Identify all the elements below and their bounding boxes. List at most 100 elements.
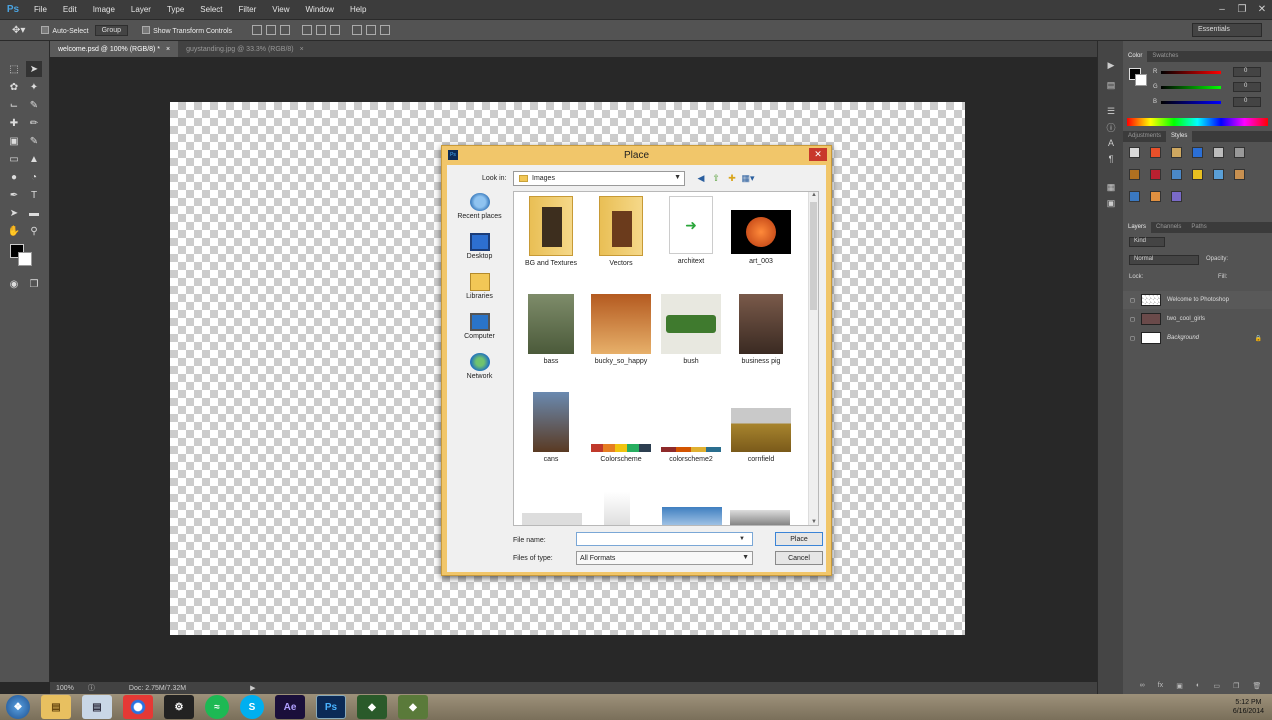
place-computer[interactable]: Computer (452, 313, 507, 340)
tab-color[interactable]: Color (1123, 51, 1148, 62)
chrome-icon[interactable] (123, 695, 153, 719)
new-folder-icon[interactable]: ✚ (726, 172, 738, 184)
style-swatch[interactable] (1192, 147, 1203, 158)
close-icon[interactable]: ✕ (1252, 0, 1272, 19)
place-network[interactable]: Network (452, 353, 507, 380)
image-thumbnail[interactable] (522, 513, 582, 525)
history-brush-icon[interactable]: ✎ (26, 133, 42, 149)
trash-icon[interactable]: 🗑 (1253, 682, 1262, 692)
place-recent[interactable]: Recent places (452, 193, 507, 220)
tab-channels[interactable]: Channels (1151, 222, 1186, 233)
style-swatch[interactable] (1171, 191, 1182, 202)
healing-brush-icon[interactable]: ✚ (6, 115, 22, 131)
menu-edit[interactable]: Edit (55, 5, 85, 14)
layer-filter-dropdown[interactable]: Kind (1129, 237, 1165, 247)
style-swatch[interactable] (1234, 147, 1245, 158)
layer-row[interactable]: ◻ Background 🔒 (1123, 329, 1272, 347)
menu-window[interactable]: Window (298, 5, 342, 14)
history-icon[interactable]: ▤ (1105, 79, 1117, 91)
taskbar-clock[interactable]: 5:12 PM 6/16/2014 (1233, 698, 1264, 716)
blue-value[interactable]: 0 (1233, 97, 1261, 107)
file-item[interactable]: bush (656, 294, 726, 365)
tab-layers[interactable]: Layers (1123, 222, 1152, 233)
restore-icon[interactable]: ❐ (1232, 0, 1252, 19)
style-swatch[interactable] (1150, 147, 1161, 158)
close-icon[interactable]: × (300, 46, 304, 53)
workspace-dropdown[interactable]: Essentials (1192, 23, 1262, 37)
folder-icon[interactable]: ▭ (1213, 682, 1220, 692)
style-swatch[interactable] (1150, 169, 1161, 180)
back-icon[interactable]: ◀ (695, 172, 707, 184)
image-thumbnail[interactable] (662, 507, 722, 525)
red-value[interactable]: 0 (1233, 67, 1261, 77)
file-item[interactable]: art_003 (726, 196, 796, 265)
layer-row[interactable]: ◻ Welcome to Photoshop (1123, 291, 1272, 309)
after-effects-icon[interactable]: Ae (275, 695, 305, 719)
shape-tool-icon[interactable]: ▬ (26, 205, 42, 221)
file-item[interactable]: bucky_so_happy (586, 294, 656, 365)
play-icon[interactable]: ▶ (250, 684, 255, 692)
type-tool-icon[interactable]: T (26, 187, 42, 203)
start-button-icon[interactable]: ❖ (6, 695, 30, 719)
menu-image[interactable]: Image (85, 5, 123, 14)
play-icon[interactable]: ▶ (1105, 59, 1117, 71)
documents-icon[interactable]: ▤ (82, 695, 112, 719)
up-folder-icon[interactable]: ⇧ (710, 172, 722, 184)
scrollbar-thumb[interactable] (810, 202, 817, 310)
menu-type[interactable]: Type (159, 5, 192, 14)
info-icon[interactable]: ⓘ (1105, 121, 1117, 133)
layer-row[interactable]: ◻ two_cool_girls (1123, 310, 1272, 328)
paragraph-icon[interactable]: ¶ (1105, 153, 1117, 165)
image-thumbnail[interactable] (604, 492, 630, 525)
image-thumbnail[interactable] (730, 510, 790, 525)
style-swatch[interactable] (1192, 169, 1203, 180)
zoom-level[interactable]: 100% (56, 685, 74, 692)
file-name-input[interactable] (576, 532, 753, 546)
app-icon[interactable]: ◆ (357, 695, 387, 719)
menu-help[interactable]: Help (342, 5, 374, 14)
file-item[interactable]: cornfield (726, 392, 796, 463)
align-middle-icon[interactable] (266, 25, 277, 35)
file-list-scrollbar[interactable]: ▲ ▼ (808, 192, 818, 525)
green-value[interactable]: 0 (1233, 82, 1261, 92)
move-tool-icon[interactable]: ✥▾ (12, 25, 25, 36)
marquee-tool-icon[interactable]: ⬚ (6, 61, 22, 77)
style-swatch[interactable] (1150, 191, 1161, 202)
menu-layer[interactable]: Layer (123, 5, 159, 14)
file-item[interactable]: colorscheme2 (656, 392, 726, 463)
tab-paths[interactable]: Paths (1186, 222, 1211, 233)
background-color-swatch[interactable] (1135, 74, 1147, 86)
background-color-swatch[interactable] (18, 252, 32, 266)
style-swatch[interactable] (1171, 147, 1182, 158)
menu-view[interactable]: View (264, 5, 297, 14)
align-right-icon[interactable] (330, 25, 341, 35)
style-swatch[interactable] (1234, 169, 1245, 180)
pen-tool-icon[interactable]: ✒ (6, 187, 22, 203)
blend-mode-dropdown[interactable]: Normal (1129, 255, 1199, 265)
eyedropper-icon[interactable]: ✎ (26, 97, 42, 113)
app-icon[interactable]: ◆ (398, 695, 428, 719)
blue-slider[interactable] (1161, 101, 1221, 104)
character-icon[interactable]: A (1105, 137, 1117, 149)
show-transform-checkbox[interactable]: Show Transform Controls (142, 26, 232, 35)
style-swatch[interactable] (1213, 147, 1224, 158)
photoshop-icon[interactable]: Ps (316, 695, 346, 719)
properties-icon[interactable]: ☰ (1105, 105, 1117, 117)
skype-icon[interactable]: S (240, 695, 264, 719)
file-item[interactable]: bass (516, 294, 586, 365)
visibility-icon[interactable]: ◻ (1130, 316, 1135, 323)
menu-select[interactable]: Select (192, 5, 230, 14)
tab-styles[interactable]: Styles (1166, 131, 1193, 142)
red-slider[interactable] (1161, 71, 1221, 74)
clone-source-icon[interactable]: ▣ (1105, 197, 1117, 209)
mask-icon[interactable]: ▣ (1176, 682, 1183, 692)
menu-filter[interactable]: Filter (231, 5, 265, 14)
tab-guystanding[interactable]: guystanding.jpg @ 33.3% (RGB/8) × (178, 41, 312, 57)
tab-swatches[interactable]: Swatches (1147, 51, 1183, 62)
distribute-icon[interactable] (366, 25, 377, 35)
view-menu-icon[interactable]: ▦▾ (741, 172, 754, 184)
align-left-icon[interactable] (302, 25, 313, 35)
distribute-icon[interactable] (352, 25, 363, 35)
fx-icon[interactable]: fx (1158, 682, 1163, 692)
link-icon[interactable]: ∞ (1140, 682, 1145, 692)
